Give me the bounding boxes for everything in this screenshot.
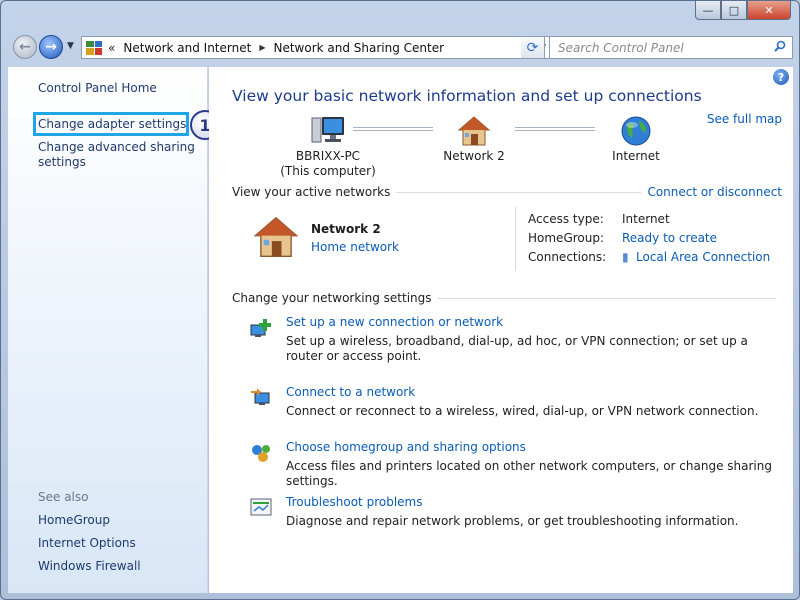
breadcrumb-separator-icon[interactable]: ▶: [259, 43, 265, 52]
homegroup-icon: [249, 442, 275, 464]
active-networks-label: View your active networks: [232, 185, 391, 199]
vertical-divider: [515, 207, 516, 271]
internet-map-label: Internet: [612, 149, 660, 163]
back-arrow-icon: ←: [19, 39, 31, 55]
map-node-computer[interactable]: BBRIXX-PC (This computer): [273, 113, 383, 179]
task-description: Access files and printers located on oth…: [286, 459, 772, 488]
search-input[interactable]: Search Control Panel: [550, 41, 774, 55]
change-settings-label: Change your networking settings: [232, 291, 432, 305]
local-area-connection-link[interactable]: ▮ Local Area Connection: [622, 250, 770, 264]
caption-buttons: — □ ✕: [695, 1, 791, 20]
maximize-button[interactable]: □: [721, 1, 747, 20]
minimize-button[interactable]: —: [695, 1, 721, 20]
internet-options-link[interactable]: Internet Options: [38, 536, 136, 550]
address-more-button[interactable]: «: [108, 41, 115, 55]
page-title: View your basic network information and …: [232, 87, 702, 105]
search-icon[interactable]: [774, 40, 792, 55]
main-content: ? View your basic network information an…: [209, 67, 793, 593]
see-also-heading: See also: [38, 490, 89, 504]
section-divider: [396, 191, 642, 193]
navigation-bar: ← → ▼ « Network and Internet ▶ Network a…: [9, 33, 793, 61]
ethernet-plug-icon: ▮: [622, 250, 629, 264]
see-full-map-link[interactable]: See full map: [707, 112, 782, 126]
ready-to-create-link[interactable]: Ready to create: [622, 231, 717, 245]
map-node-internet[interactable]: Internet: [591, 113, 681, 164]
search-box[interactable]: Search Control Panel: [549, 36, 793, 59]
refresh-icon: ⟳: [526, 39, 539, 56]
homegroup-link[interactable]: HomeGroup: [38, 513, 110, 527]
left-task-pane: Control Panel Home Change adapter settin…: [8, 67, 220, 593]
computer-name: BBRIXX-PC: [295, 149, 361, 163]
troubleshoot-icon: [249, 497, 275, 519]
breadcrumb-network-sharing-center[interactable]: Network and Sharing Center: [273, 41, 444, 55]
connect-to-network-link[interactable]: Connect to a network: [286, 385, 415, 399]
forward-arrow-icon: →: [45, 39, 57, 55]
windows-firewall-link[interactable]: Windows Firewall: [38, 559, 141, 573]
task-description: Connect or reconnect to a wireless, wire…: [286, 404, 759, 418]
refresh-button[interactable]: ⟳: [521, 36, 545, 59]
breadcrumb-network-and-internet[interactable]: Network and Internet: [123, 41, 251, 55]
new-connection-icon: [249, 317, 275, 339]
address-bar[interactable]: « Network and Internet ▶ Network and Sha…: [81, 36, 553, 59]
map-connector-line: [515, 127, 595, 131]
local-area-connection-text: Local Area Connection: [636, 250, 771, 264]
connect-network-icon: [249, 387, 275, 409]
task-description: Set up a wireless, broadband, dial-up, a…: [286, 334, 748, 363]
globe-icon: [591, 113, 681, 147]
control-panel-icon: [86, 40, 102, 55]
homegroup-sharing-link[interactable]: Choose homegroup and sharing options: [286, 440, 526, 454]
change-advanced-sharing-link[interactable]: Change advanced sharing settings: [38, 140, 198, 170]
networking-settings-section-header: Change your networking settings: [232, 291, 782, 305]
home-network-link[interactable]: Home network: [311, 240, 399, 254]
troubleshoot-link[interactable]: Troubleshoot problems: [286, 495, 422, 509]
homegroup-label: HomeGroup:: [528, 231, 605, 245]
back-button[interactable]: ←: [13, 35, 37, 59]
access-type-value: Internet: [622, 212, 670, 226]
map-node-network[interactable]: Network 2: [429, 113, 519, 164]
active-networks-section-header: View your active networks Connect or dis…: [232, 185, 782, 199]
map-connector-line: [353, 127, 433, 131]
help-icon[interactable]: ?: [773, 69, 789, 85]
recent-pages-chevron-icon[interactable]: ▼: [67, 41, 74, 51]
connect-or-disconnect-link[interactable]: Connect or disconnect: [647, 185, 782, 199]
house-icon: [251, 215, 301, 262]
control-panel-window: — □ ✕ ← → ▼ « Network and Internet ▶ Net…: [0, 0, 800, 600]
setup-connection-link[interactable]: Set up a new connection or network: [286, 315, 503, 329]
access-type-label: Access type:: [528, 212, 604, 226]
section-divider: [437, 297, 776, 299]
connections-label: Connections:: [528, 250, 607, 264]
active-network-name: Network 2: [311, 222, 381, 236]
change-adapter-settings-link[interactable]: Change adapter settings: [38, 117, 186, 131]
house-icon: [429, 113, 519, 147]
computer-subtitle: (This computer): [280, 164, 376, 178]
close-button[interactable]: ✕: [747, 1, 791, 20]
network-map-label: Network 2: [443, 149, 505, 163]
forward-button[interactable]: →: [39, 35, 63, 59]
control-panel-home-link[interactable]: Control Panel Home: [38, 81, 157, 95]
task-description: Diagnose and repair network problems, or…: [286, 514, 739, 528]
